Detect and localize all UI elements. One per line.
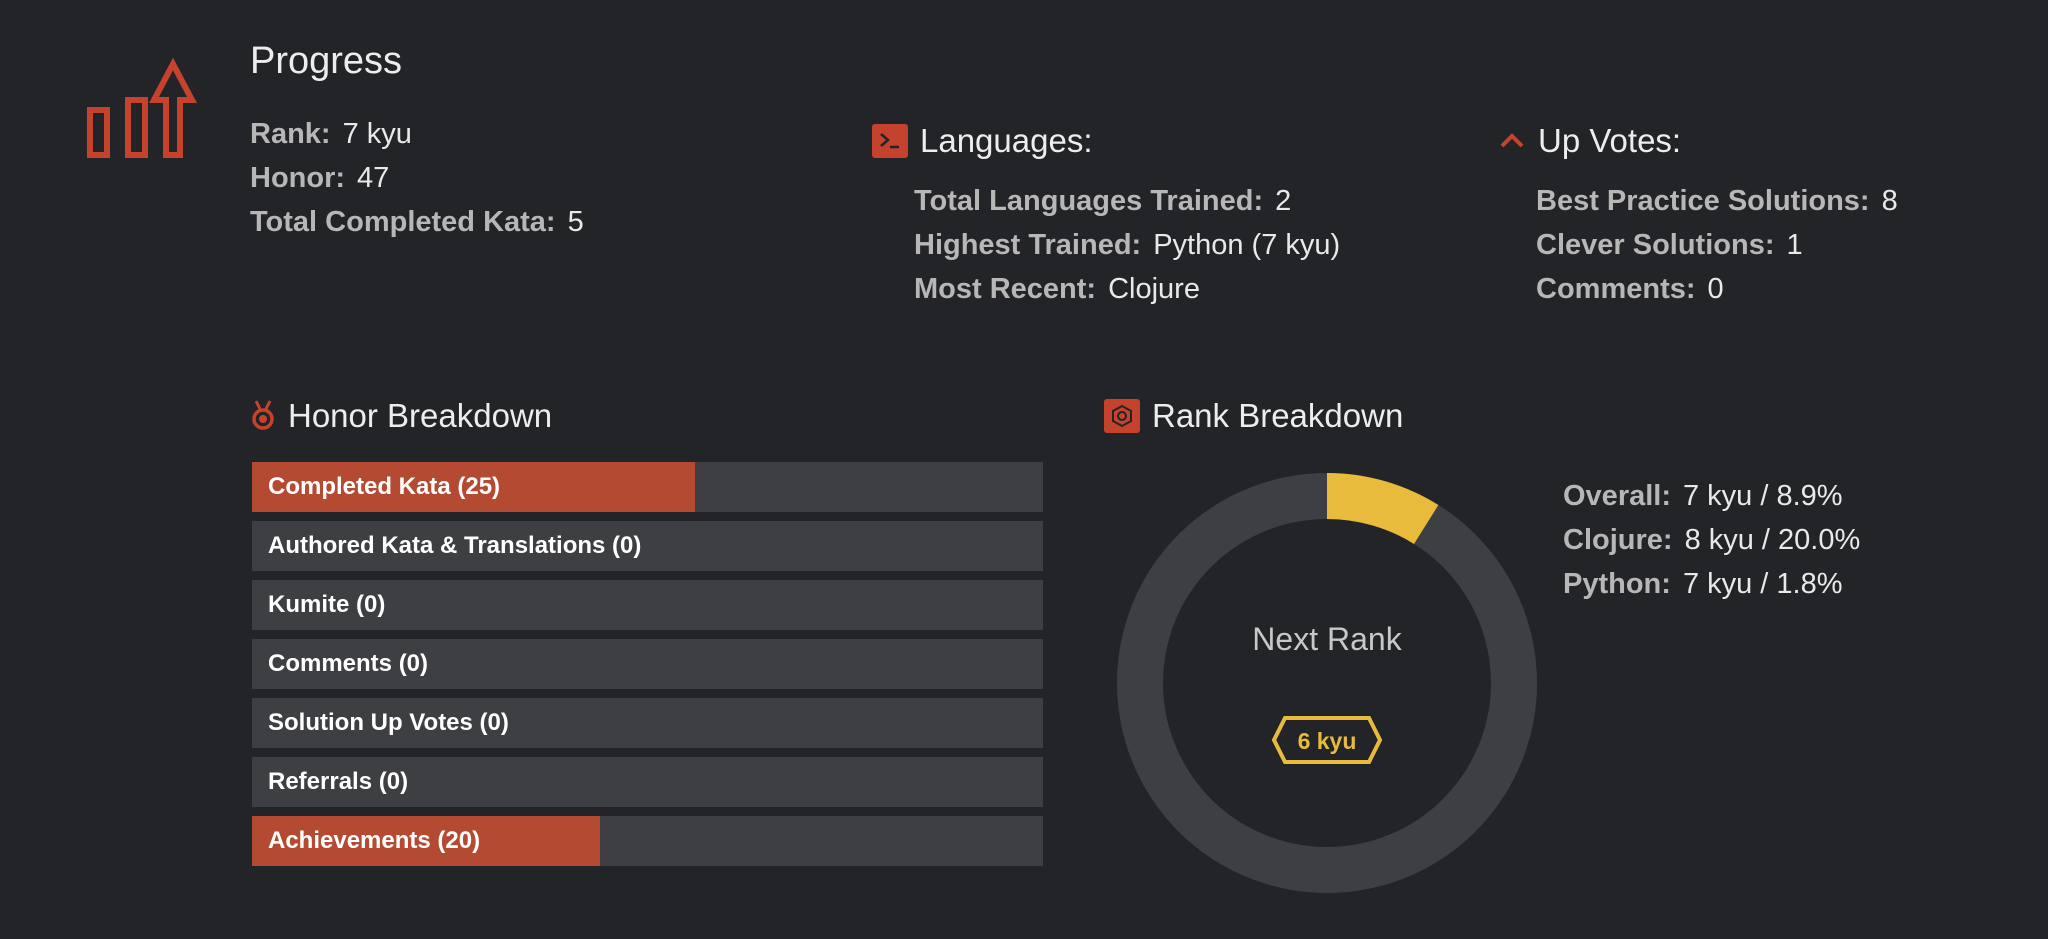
honor-bars: Completed Kata (25) Authored Kata & Tran… [252, 462, 1043, 875]
upvotes-stats: Best Practice Solutions: 8 Clever Solutio… [1536, 179, 1898, 311]
progress-chart-icon [87, 57, 197, 158]
progress-title: Progress [250, 40, 403, 82]
bar-label: Authored Kata & Translations (0) [268, 532, 642, 559]
upvotes-heading: Up Votes: [1498, 122, 1681, 160]
next-rank-label: Next Rank [1252, 621, 1402, 657]
total-languages-stat: Total Languages Trained: 2 [914, 179, 1340, 223]
stat-key: Honor: [250, 162, 346, 194]
stat-value: 2 [1275, 185, 1292, 217]
hexagon-icon [1104, 399, 1140, 433]
stat-key: Rank: [250, 118, 331, 150]
medal-icon [252, 400, 274, 430]
overall-rank-stat: Overall: 7 kyu / 8.9% [1563, 474, 1860, 518]
bar-label: Referrals (0) [268, 768, 409, 795]
honor-bar-achievements: Achievements (20) [252, 816, 1043, 866]
stat-value: 1 [1786, 229, 1803, 261]
stat-value: 5 [567, 206, 584, 238]
clojure-rank-stat: Clojure: 8 kyu / 20.0% [1563, 518, 1860, 562]
rank-breakdown-title: Rank Breakdown [1152, 397, 1404, 434]
donut-track [1117, 473, 1537, 893]
stat-value: 8 [1881, 185, 1898, 217]
stat-value: 0 [1707, 273, 1724, 305]
honor-breakdown-title: Honor Breakdown [288, 397, 553, 434]
stat-key: Clojure: [1563, 524, 1673, 556]
rank-breakdown-heading: Rank Breakdown [1104, 397, 1403, 435]
stat-key: Total Languages Trained: [914, 185, 1264, 217]
bar-label: Comments (0) [268, 650, 429, 677]
bar-label: Solution Up Votes (0) [268, 709, 509, 736]
donut-progress-arc [1326, 473, 1439, 545]
honor-bar-kumite: Kumite (0) [252, 580, 1043, 630]
terminal-icon [872, 124, 908, 158]
languages-title: Languages: [920, 122, 1093, 159]
stat-key: Total Completed Kata: [250, 206, 556, 238]
bar-label: Completed Kata (25) [268, 473, 501, 500]
honor-bar-solution-upvotes: Solution Up Votes (0) [252, 698, 1043, 748]
chevron-up-icon [1500, 133, 1524, 148]
comments-stat: Comments: 0 [1536, 267, 1898, 311]
honor-bar-authored-kata: Authored Kata & Translations (0) [252, 521, 1043, 571]
stat-key: Clever Solutions: [1536, 229, 1775, 261]
languages-heading: Languages: [872, 122, 1093, 160]
honor-bar-completed-kata: Completed Kata (25) [252, 462, 1043, 512]
rank-progress-donut: Next Rank 6 kyu [1117, 473, 1537, 893]
bar-label: Kumite (0) [268, 591, 386, 618]
stat-value: Python (7 kyu) [1153, 229, 1341, 261]
upvotes-title: Up Votes: [1538, 122, 1682, 159]
stat-value: 8 kyu / 20.0% [1684, 524, 1861, 556]
stat-value: 47 [357, 162, 390, 194]
languages-stats: Total Languages Trained: 2 Highest Traine… [914, 179, 1340, 311]
stat-key: Highest Trained: [914, 229, 1142, 261]
next-rank-badge: 6 kyu [1298, 728, 1357, 754]
completed-kata-stat: Total Completed Kata: 5 [250, 200, 584, 244]
best-practice-stat: Best Practice Solutions: 8 [1536, 179, 1898, 223]
stat-value: 7 kyu [342, 118, 412, 150]
highest-trained-stat: Highest Trained: Python (7 kyu) [914, 223, 1340, 267]
honor-stat: Honor: 47 [250, 156, 584, 200]
stat-key: Overall: [1563, 480, 1671, 512]
stat-value: 7 kyu / 8.9% [1683, 480, 1843, 512]
rank-stat: Rank: 7 kyu [250, 112, 584, 156]
honor-bar-comments: Comments (0) [252, 639, 1043, 689]
stat-value: Clojure [1108, 273, 1200, 305]
stat-key: Python: [1563, 568, 1671, 600]
progress-stats: Rank: 7 kyu Honor: 47 Total Completed Kata… [250, 112, 584, 244]
stat-key: Comments: [1536, 273, 1696, 305]
python-rank-stat: Python: 7 kyu / 1.8% [1563, 562, 1860, 606]
honor-breakdown-heading: Honor Breakdown [250, 397, 552, 435]
stat-key: Best Practice Solutions: [1536, 185, 1870, 217]
stat-key: Most Recent: [914, 273, 1097, 305]
clever-solutions-stat: Clever Solutions: 1 [1536, 223, 1898, 267]
stat-value: 7 kyu / 1.8% [1682, 568, 1843, 600]
honor-bar-referrals: Referrals (0) [252, 757, 1043, 807]
most-recent-stat: Most Recent: Clojure [914, 267, 1340, 311]
rank-stats: Overall: 7 kyu / 8.9% Clojure: 8 kyu / 20.… [1563, 474, 1860, 606]
bar-label: Achievements (20) [268, 827, 481, 854]
